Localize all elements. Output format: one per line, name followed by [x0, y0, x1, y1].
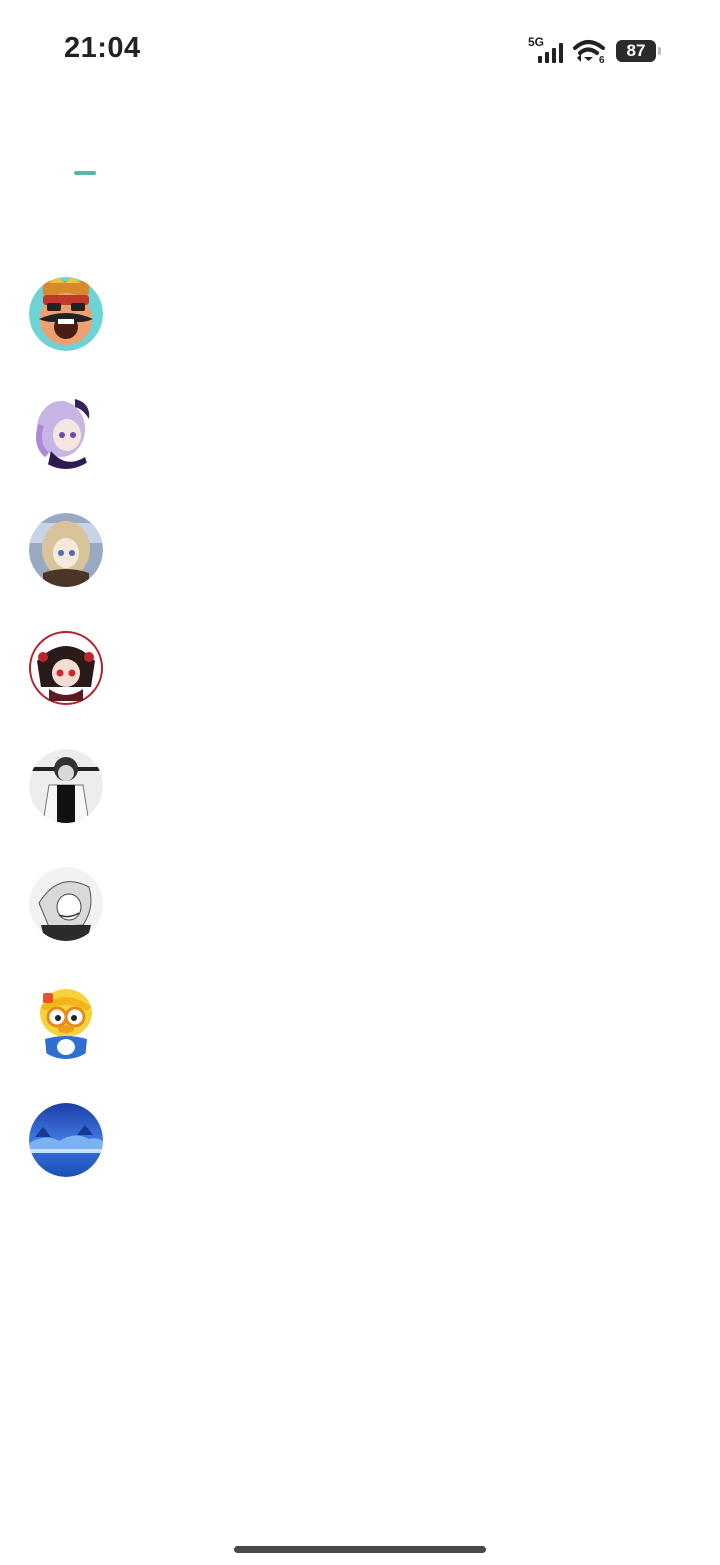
list-item[interactable] — [29, 631, 691, 749]
active-tab-indicator — [74, 171, 96, 175]
red-eyed-anime-girl-avatar[interactable] — [29, 631, 103, 705]
list-item[interactable] — [29, 277, 691, 395]
battery-icon: 87 — [616, 40, 661, 62]
list-item[interactable] — [29, 513, 691, 631]
monochrome-boy-avatar[interactable] — [29, 749, 103, 823]
status-icons: 5G 6 87 — [528, 35, 661, 66]
list-item[interactable] — [29, 867, 691, 985]
cellular-signal-icon: 5G — [528, 35, 564, 65]
wifi-badge: 6 — [599, 55, 605, 64]
king-mustache-avatar[interactable] — [29, 277, 103, 351]
list-item[interactable] — [29, 395, 691, 513]
conversation-list — [29, 277, 691, 1221]
home-indicator[interactable] — [234, 1546, 486, 1553]
list-item[interactable] — [29, 985, 691, 1103]
wifi-icon: 6 — [573, 40, 605, 64]
blonde-anime-girl-avatar[interactable] — [29, 513, 103, 587]
penguin-mascot-avatar[interactable] — [29, 985, 103, 1059]
list-item[interactable] — [29, 1103, 691, 1221]
list-item[interactable] — [29, 749, 691, 867]
battery-level: 87 — [626, 41, 646, 60]
purple-hair-anime-girl-avatar[interactable] — [29, 395, 103, 469]
status-time: 21:04 — [64, 32, 141, 64]
sketch-anime-girl-avatar[interactable] — [29, 867, 103, 941]
blue-landscape-avatar[interactable] — [29, 1103, 103, 1177]
